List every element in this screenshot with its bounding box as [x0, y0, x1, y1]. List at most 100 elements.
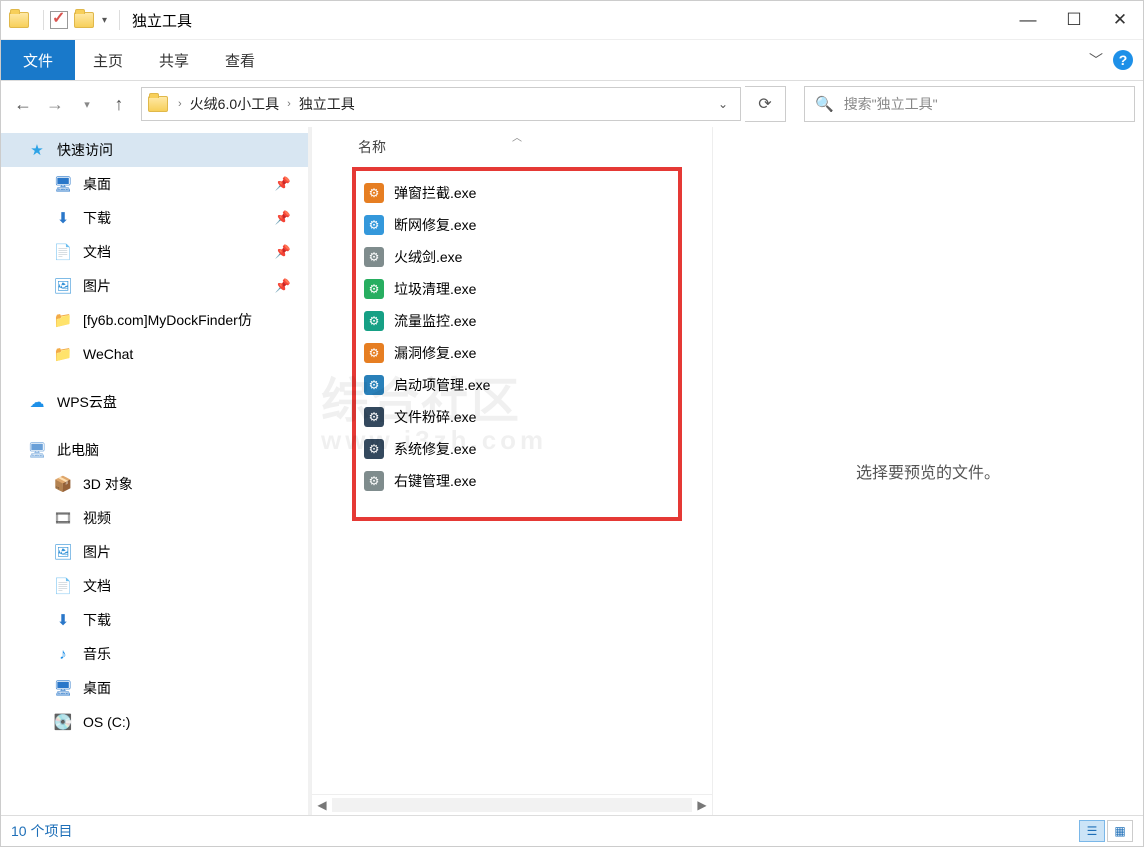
- exe-icon: ⚙: [364, 375, 384, 395]
- content-area: 名称 ︿ ⚙弹窗拦截.exe⚙断网修复.exe⚙火绒剑.exe⚙垃圾清理.exe…: [312, 127, 1143, 815]
- qat-checkbox-icon[interactable]: [50, 11, 68, 29]
- chevron-right-icon[interactable]: ›: [174, 98, 186, 110]
- pin-icon: 📌: [275, 210, 291, 226]
- window-title: 独立工具: [132, 10, 192, 31]
- address-bar[interactable]: › 火绒6.0小工具 › 独立工具 ⌄: [141, 87, 741, 121]
- download-icon: ⬇: [53, 209, 73, 227]
- sidebar-this-pc[interactable]: 🖥 此电脑: [1, 433, 311, 467]
- forward-button[interactable]: →: [41, 90, 69, 118]
- sidebar-item[interactable]: 🖥桌面📌: [1, 167, 311, 201]
- file-item[interactable]: ⚙流量监控.exe: [356, 305, 678, 337]
- sidebar-label: 3D 对象: [83, 474, 133, 494]
- sidebar-item[interactable]: ♪音乐: [1, 637, 311, 671]
- breadcrumb-item[interactable]: 独立工具: [295, 94, 359, 114]
- file-item[interactable]: ⚙弹窗拦截.exe: [356, 177, 678, 209]
- scroll-left-icon[interactable]: ◀: [312, 798, 332, 812]
- nav-pane[interactable]: ★ 快速访问 🖥桌面📌⬇下载📌📄文档📌🖼图片📌📁[fy6b.com]MyDock…: [1, 127, 312, 815]
- scroll-track[interactable]: [332, 798, 692, 812]
- file-item[interactable]: ⚙系统修复.exe: [356, 433, 678, 465]
- file-item[interactable]: ⚙火绒剑.exe: [356, 241, 678, 273]
- back-button[interactable]: ←: [9, 90, 37, 118]
- qat-dropdown-icon[interactable]: ▾: [102, 15, 107, 26]
- sidebar-label: OS (C:): [83, 714, 130, 730]
- icons-view-button[interactable]: ▦: [1107, 820, 1133, 842]
- preview-pane: 选择要预览的文件。: [713, 127, 1143, 815]
- sidebar-item[interactable]: 🖼图片📌: [1, 269, 311, 303]
- file-item[interactable]: ⚙断网修复.exe: [356, 209, 678, 241]
- scroll-right-icon[interactable]: ▶: [692, 798, 712, 812]
- column-label: 名称: [358, 139, 386, 155]
- resize-handle[interactable]: [308, 127, 311, 815]
- search-box[interactable]: 🔍 搜索"独立工具": [804, 86, 1135, 122]
- sidebar-item[interactable]: 📁 WeChat: [1, 337, 311, 371]
- explorer-window: ▾ 独立工具 — ☐ ✕ 文件 主页 共享 查看 ﹀ ? ← → ▾ ↑ › 火…: [0, 0, 1144, 847]
- close-button[interactable]: ✕: [1097, 1, 1143, 39]
- history-dropdown-icon[interactable]: ▾: [73, 90, 101, 118]
- file-item[interactable]: ⚙垃圾清理.exe: [356, 273, 678, 305]
- sidebar-quick-access[interactable]: ★ 快速访问: [1, 133, 311, 167]
- horizontal-scrollbar[interactable]: ◀ ▶: [312, 794, 712, 815]
- title-bar: ▾ 独立工具 — ☐ ✕: [1, 1, 1143, 40]
- sidebar-item[interactable]: 🖥桌面: [1, 671, 311, 705]
- sidebar-label: 快速访问: [57, 140, 113, 160]
- sidebar-item[interactable]: 🎞视频: [1, 501, 311, 535]
- exe-icon: ⚙: [364, 471, 384, 491]
- sidebar-item[interactable]: ⬇下载📌: [1, 201, 311, 235]
- file-item[interactable]: ⚙文件粉碎.exe: [356, 401, 678, 433]
- sort-indicator-icon: ︿: [512, 129, 522, 144]
- file-item[interactable]: ⚙ 右键管理.exe: [356, 465, 678, 497]
- folder-icon: [148, 96, 168, 112]
- pics-icon: 🖼: [53, 543, 73, 561]
- tab-view[interactable]: 查看: [207, 40, 273, 80]
- sidebar-label: 图片: [83, 276, 111, 296]
- exe-icon: ⚙: [364, 407, 384, 427]
- docs-icon: 📄: [53, 577, 73, 595]
- tab-share[interactable]: 共享: [141, 40, 207, 80]
- sidebar-label: 桌面: [83, 174, 111, 194]
- file-item[interactable]: ⚙ 启动项管理.exe: [356, 369, 678, 401]
- file-item[interactable]: ⚙漏洞修复.exe: [356, 337, 678, 369]
- ribbon-collapse-icon[interactable]: ﹀: [1089, 50, 1103, 70]
- folder-icon: 📁: [53, 345, 73, 363]
- file-name: 流量监控.exe: [394, 311, 476, 331]
- sidebar-item[interactable]: ⬇下载: [1, 603, 311, 637]
- file-name: 右键管理.exe: [394, 471, 476, 491]
- divider: [43, 10, 44, 30]
- sidebar-label: 文档: [83, 576, 111, 596]
- desktop-icon: 🖥: [53, 679, 73, 697]
- sidebar-label: WeChat: [83, 346, 133, 362]
- column-header-name[interactable]: 名称 ︿: [312, 127, 712, 163]
- pin-icon: 📌: [275, 244, 291, 260]
- ribbon: 文件 主页 共享 查看 ﹀ ?: [1, 40, 1143, 81]
- minimize-button[interactable]: —: [1005, 1, 1051, 39]
- maximize-button[interactable]: ☐: [1051, 1, 1097, 39]
- window-controls: — ☐ ✕: [1005, 1, 1143, 39]
- docs-icon: 📄: [53, 243, 73, 261]
- annotation-highlight: ⚙弹窗拦截.exe⚙断网修复.exe⚙火绒剑.exe⚙垃圾清理.exe⚙流量监控…: [352, 167, 682, 521]
- sidebar-label: [fy6b.com]MyDockFinder仿: [83, 310, 252, 330]
- file-list[interactable]: 名称 ︿ ⚙弹窗拦截.exe⚙断网修复.exe⚙火绒剑.exe⚙垃圾清理.exe…: [312, 127, 713, 815]
- breadcrumb-item[interactable]: 火绒6.0小工具: [186, 94, 283, 114]
- address-dropdown-icon[interactable]: ⌄: [712, 97, 734, 111]
- folder-icon: [9, 10, 29, 30]
- file-name: 启动项管理.exe: [394, 375, 490, 395]
- search-icon: 🔍: [815, 95, 834, 113]
- tab-home[interactable]: 主页: [75, 40, 141, 80]
- refresh-button[interactable]: ⟳: [745, 86, 786, 122]
- sidebar-item[interactable]: 📄文档📌: [1, 235, 311, 269]
- exe-icon: ⚙: [364, 279, 384, 299]
- body: ★ 快速访问 🖥桌面📌⬇下载📌📄文档📌🖼图片📌📁[fy6b.com]MyDock…: [1, 127, 1143, 815]
- up-button[interactable]: ↑: [105, 90, 133, 118]
- details-view-button[interactable]: ☰: [1079, 820, 1105, 842]
- help-icon[interactable]: ?: [1113, 50, 1133, 70]
- sidebar-item[interactable]: 📦3D 对象: [1, 467, 311, 501]
- sidebar-item[interactable]: 🖼图片: [1, 535, 311, 569]
- desktop-icon: 🖥: [53, 175, 73, 193]
- sidebar-item[interactable]: 📄 文档: [1, 569, 311, 603]
- sidebar-item[interactable]: 💽OS (C:): [1, 705, 311, 739]
- sidebar-item[interactable]: 📁[fy6b.com]MyDockFinder仿: [1, 303, 311, 337]
- chevron-right-icon[interactable]: ›: [283, 98, 295, 110]
- file-tab[interactable]: 文件: [1, 40, 75, 80]
- sidebar-wps-cloud[interactable]: ☁ WPS云盘: [1, 385, 311, 419]
- search-placeholder: 搜索"独立工具": [844, 94, 938, 114]
